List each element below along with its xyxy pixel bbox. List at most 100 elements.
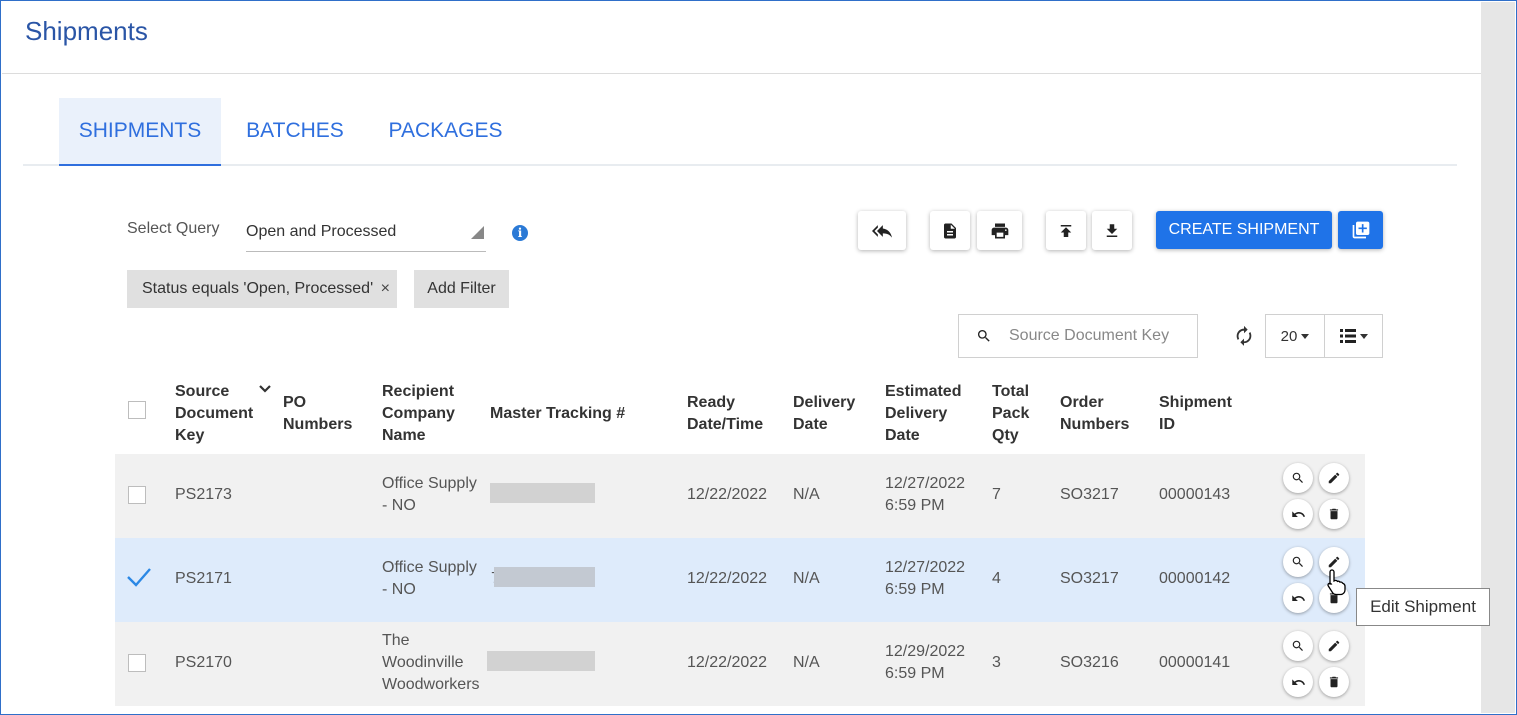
cell-ready-date: 12/22/2022	[687, 654, 768, 671]
header-line: PO	[283, 394, 307, 411]
tab-bar: SHIPMENTS BATCHES PACKAGES	[23, 98, 1457, 166]
row-checkbox[interactable]	[128, 654, 146, 672]
search-icon	[1292, 472, 1303, 483]
undo-button[interactable]	[1283, 667, 1313, 697]
refresh-icon	[1236, 325, 1252, 346]
chevron-down-icon	[1359, 333, 1368, 339]
edit-icon	[1328, 640, 1340, 652]
estimated-line: 12/29/2022	[885, 643, 966, 660]
header-line: ID	[1159, 416, 1175, 433]
header-line: Shipment	[1159, 394, 1232, 411]
column-header-po-numbers[interactable]: PO Numbers	[283, 392, 352, 436]
recipient-line: - NO	[382, 581, 416, 598]
cell-recipient: The Woodinville Woodworkers	[382, 630, 480, 696]
column-header-order-numbers[interactable]: Order Numbers	[1060, 392, 1129, 436]
sort-chevron-icon[interactable]	[259, 384, 271, 394]
cell-delivery-date: N/A	[793, 486, 820, 503]
edit-button[interactable]	[1319, 463, 1349, 493]
download-button[interactable]	[1092, 211, 1132, 250]
upload-button[interactable]	[1046, 211, 1086, 250]
add-button[interactable]	[1338, 211, 1383, 249]
delete-icon	[1329, 508, 1339, 520]
column-header-shipment-id[interactable]: Shipment ID	[1159, 392, 1232, 436]
header-line: Delivery	[793, 394, 856, 411]
header-line: Delivery	[885, 405, 948, 422]
tab-shipments[interactable]: SHIPMENTS	[59, 98, 221, 166]
table-row[interactable]: PS2170 The Woodinville Woodworkers 12/22…	[115, 622, 1365, 706]
refresh-button[interactable]	[1233, 325, 1255, 347]
estimated-line: 6:59 PM	[885, 665, 945, 682]
column-header-master-tracking[interactable]: Master Tracking #	[490, 403, 625, 425]
column-header-recipient[interactable]: Recipient Company Name	[382, 381, 455, 447]
recipient-line: - NO	[382, 497, 416, 514]
delete-button[interactable]	[1319, 667, 1349, 697]
header-line: Document	[175, 405, 254, 422]
header-line: Numbers	[283, 416, 353, 433]
add-filter-button[interactable]: Add Filter	[414, 270, 509, 308]
search-icon	[1292, 640, 1303, 651]
close-icon[interactable]: ×	[381, 270, 390, 308]
delete-button[interactable]	[1319, 499, 1349, 529]
cell-order-number: SO3216	[1060, 654, 1119, 671]
cell-recipient: Office Supply - NO	[382, 473, 477, 517]
create-shipment-button[interactable]: CREATE SHIPMENT	[1156, 211, 1332, 249]
redacted-tracking-number	[490, 483, 595, 503]
reply-all-icon	[872, 224, 892, 238]
cell-estimated-delivery: 12/29/2022 6:59 PM	[885, 641, 965, 685]
undo-icon	[1291, 510, 1305, 517]
select-all-checkbox[interactable]	[128, 401, 146, 419]
column-header-delivery-date[interactable]: Delivery Date	[793, 392, 855, 436]
tab-packages[interactable]: PACKAGES	[373, 98, 518, 164]
view-button[interactable]	[1283, 547, 1313, 577]
search-input[interactable]	[1009, 315, 1189, 357]
column-view-dropdown[interactable]	[1325, 315, 1382, 357]
header-line: Date	[885, 427, 920, 444]
recipient-line: Office Supply	[382, 559, 477, 576]
reply-all-button[interactable]	[858, 211, 906, 250]
print-button[interactable]	[977, 211, 1022, 250]
upload-icon	[1060, 224, 1072, 237]
cell-order-number: SO3217	[1060, 486, 1119, 503]
table-row[interactable]: PS2171 Office Supply - NO 7 12/22/2022 N…	[115, 538, 1365, 622]
column-header-total-pack-qty[interactable]: Total Pack Qty	[992, 381, 1029, 447]
header-line: Numbers	[1060, 416, 1130, 433]
edit-button[interactable]	[1319, 631, 1349, 661]
search-icon	[1292, 556, 1303, 567]
redacted-tracking-number	[494, 567, 595, 587]
header-line: Master Tracking #	[490, 405, 626, 422]
table-row[interactable]: PS2173 Office Supply - NO 12/22/2022 N/A…	[115, 454, 1365, 538]
header-line: Date	[793, 416, 828, 433]
view-button[interactable]	[1283, 631, 1313, 661]
edit-icon	[1328, 556, 1340, 568]
page-size-value: 20	[1280, 327, 1298, 345]
cell-pack-qty: 3	[992, 654, 1001, 671]
document-button[interactable]	[930, 211, 970, 250]
row-checkbox[interactable]	[128, 486, 146, 504]
query-select-value: Open and Processed	[246, 223, 397, 240]
recipient-line: Woodworkers	[382, 676, 480, 693]
checkmark-icon[interactable]	[126, 566, 152, 588]
info-icon[interactable]: i	[512, 225, 528, 241]
status-filter-chip[interactable]: Status equals 'Open, Processed' ×	[127, 270, 397, 308]
view-button[interactable]	[1283, 463, 1313, 493]
tab-batches[interactable]: BATCHES	[231, 98, 359, 164]
undo-button[interactable]	[1283, 499, 1313, 529]
undo-icon	[1291, 678, 1305, 685]
header-line: Qty	[992, 427, 1019, 444]
recipient-line: Woodinville	[382, 654, 464, 671]
column-header-estimated-delivery[interactable]: Estimated Delivery Date	[885, 381, 961, 447]
cell-shipment-id: 00000142	[1159, 570, 1231, 587]
column-header-ready-date[interactable]: Ready Date/Time	[687, 392, 763, 436]
query-select[interactable]: Open and Processed	[246, 212, 486, 252]
cell-ready-date: 12/22/2022	[687, 570, 768, 587]
search-box	[958, 314, 1198, 358]
cell-source-key: PS2170	[175, 654, 232, 671]
header-line: Estimated	[885, 383, 962, 400]
column-header-source-document-key[interactable]: Source Document Key	[175, 381, 253, 447]
page-size-dropdown[interactable]: 20	[1266, 315, 1325, 357]
estimated-line: 12/27/2022	[885, 559, 966, 576]
estimated-line: 12/27/2022	[885, 475, 966, 492]
header-line: Ready	[687, 394, 736, 411]
download-icon	[1106, 223, 1118, 237]
undo-button[interactable]	[1283, 583, 1313, 613]
